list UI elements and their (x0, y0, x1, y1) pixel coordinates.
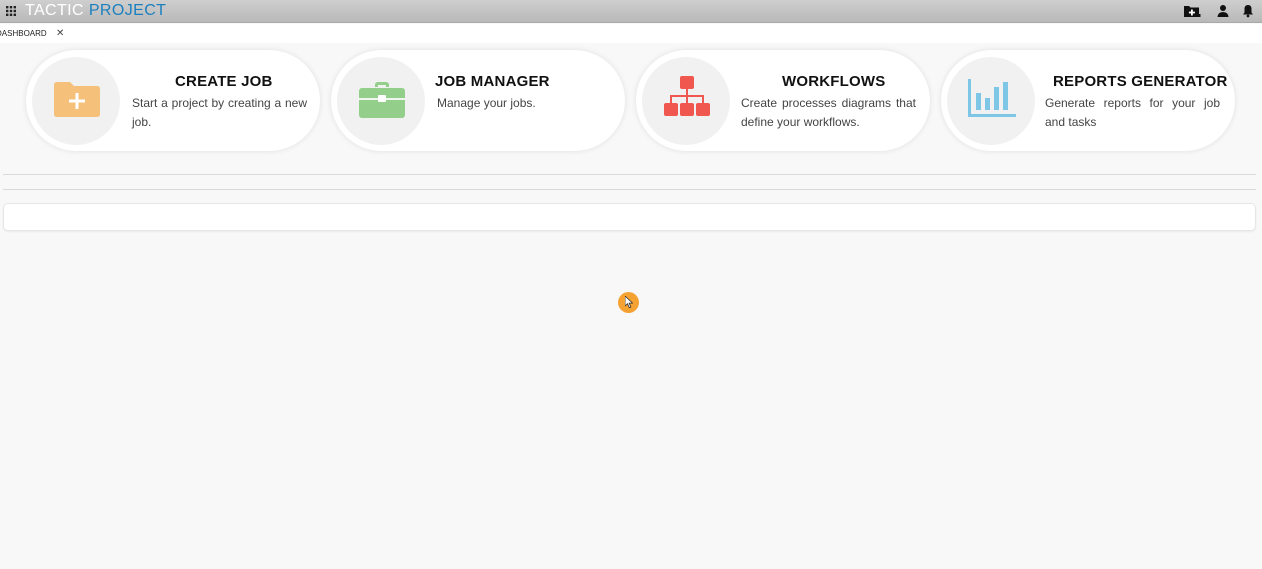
card-icon-circle (642, 57, 730, 145)
tab-bar: DASHBOARD ✕ (0, 24, 1262, 43)
user-icon[interactable] (1217, 4, 1229, 18)
briefcase-icon (359, 82, 405, 118)
add-folder-icon[interactable] (1183, 4, 1201, 18)
tab-label: DASHBOARD (0, 29, 47, 38)
reports-generator-card[interactable]: REPORTS GENERATOR Generate reports for y… (941, 50, 1235, 151)
card-description: Generate reports for your job and tasks (1045, 96, 1220, 129)
app-logo: TACTIC PROJECT (25, 1, 166, 21)
card-icon-circle (947, 57, 1035, 145)
job-manager-card[interactable]: JOB MANAGER Manage your jobs. (331, 50, 625, 151)
folder-plus-icon (54, 82, 100, 117)
brand-name-secondary: PROJECT (88, 2, 167, 19)
divider (3, 174, 1256, 175)
divider (3, 189, 1256, 190)
card-title: WORKFLOWS (782, 73, 886, 90)
bar-chart-icon (968, 79, 1016, 117)
mouse-cursor-highlight (618, 292, 639, 313)
top-bar: TACTIC PROJECT (0, 0, 1262, 23)
close-tab-icon[interactable]: ✕ (56, 26, 64, 42)
card-title: JOB MANAGER (435, 73, 550, 90)
card-description: Start a project by creating a new job. (132, 96, 307, 129)
brand-name-primary: TACTIC (25, 2, 84, 19)
filter-bar[interactable] (3, 203, 1256, 231)
bell-icon[interactable] (1242, 4, 1254, 18)
create-job-card[interactable]: CREATE JOB Start a project by creating a… (26, 50, 320, 151)
sitemap-icon (664, 76, 710, 116)
apps-grid-icon[interactable] (6, 6, 16, 16)
card-title: REPORTS GENERATOR (1053, 73, 1228, 90)
tab-dashboard[interactable]: DASHBOARD ✕ (0, 26, 70, 42)
card-icon-circle (337, 57, 425, 145)
card-icon-circle (32, 57, 120, 145)
workflows-card[interactable]: WORKFLOWS Create processes diagrams that… (636, 50, 930, 151)
card-description: Create processes diagrams that define yo… (741, 96, 916, 129)
card-title: CREATE JOB (175, 73, 273, 90)
pointer-cursor-icon (625, 296, 633, 308)
card-description: Manage your jobs. (437, 96, 536, 110)
